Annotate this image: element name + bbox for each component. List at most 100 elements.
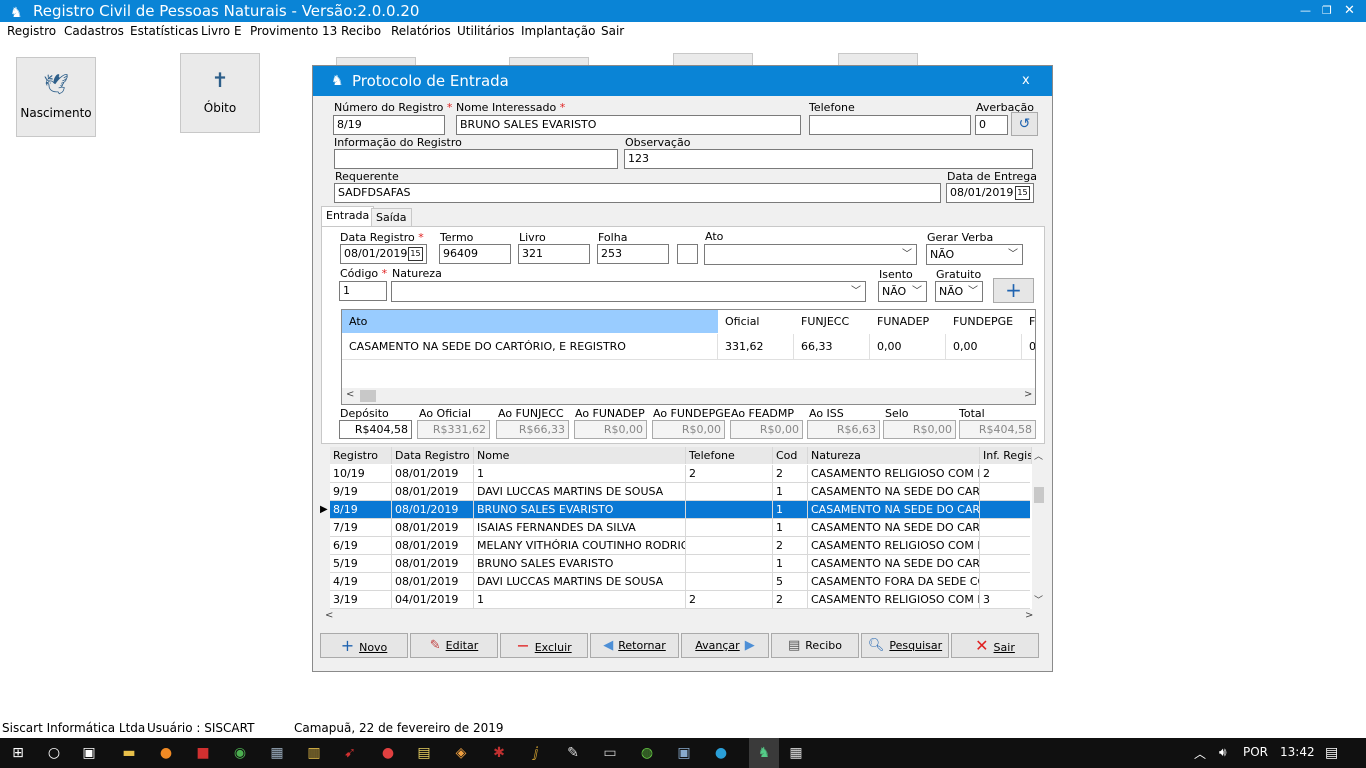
tray-language[interactable]: POR bbox=[1243, 745, 1268, 759]
col-data-registro[interactable]: Data Registro bbox=[392, 447, 474, 464]
isento-select[interactable]: NÃO ﹀ bbox=[878, 281, 927, 302]
task-view-icon[interactable]: ▣ bbox=[80, 744, 98, 762]
menu-cadastros[interactable]: Cadastros bbox=[64, 24, 124, 38]
codigo-field[interactable]: 1 bbox=[339, 281, 387, 301]
folha-suffix-field[interactable] bbox=[677, 244, 698, 264]
calendar-registro-icon[interactable]: 15 bbox=[408, 247, 423, 261]
scroll-thumb[interactable] bbox=[360, 390, 376, 402]
col-fundepge[interactable]: FUNDEPGE bbox=[946, 310, 1022, 333]
natureza-select[interactable]: ﹀ bbox=[391, 281, 866, 302]
gratuito-select[interactable]: NÃO ﹀ bbox=[935, 281, 983, 302]
table-row[interactable]: 7/19 08/01/2019 ISAIAS FERNANDES DA SILV… bbox=[330, 519, 1030, 537]
numero-field[interactable]: 8/19 bbox=[333, 115, 445, 135]
menu-implantacao[interactable]: Implantação bbox=[521, 24, 596, 38]
app-icon-8[interactable]: ✎ bbox=[564, 744, 582, 762]
table-cell[interactable]: 331,62 bbox=[718, 334, 794, 360]
folha-field[interactable]: 253 bbox=[597, 244, 669, 264]
app-icon-9[interactable]: ◍ bbox=[638, 744, 656, 762]
windows-start-icon[interactable]: ⊞ bbox=[9, 744, 27, 762]
history-button[interactable]: ↺ bbox=[1011, 112, 1038, 136]
recibo-button[interactable]: ▤ Recibo bbox=[771, 633, 859, 658]
notifications-icon[interactable]: ▤ bbox=[1325, 745, 1338, 761]
nascimento-tile[interactable]: 🕊 Nascimento bbox=[16, 57, 96, 137]
pesquisar-button[interactable]: 🔍︎ Pesquisar bbox=[861, 633, 949, 658]
col-cod[interactable]: Cod bbox=[773, 447, 808, 464]
requerente-field[interactable]: SADFDSAFAS bbox=[334, 183, 941, 203]
col-telefone[interactable]: Telefone bbox=[686, 447, 773, 464]
col-nome[interactable]: Nome bbox=[474, 447, 686, 464]
col-f[interactable]: F bbox=[1022, 310, 1035, 333]
menu-recibo[interactable]: Recibo bbox=[341, 24, 381, 38]
col-oficial[interactable]: Oficial bbox=[718, 310, 794, 333]
scroll-thumb[interactable] bbox=[1034, 487, 1044, 503]
table-cell[interactable]: CASAMENTO NA SEDE DO CARTÓRIO, E REGISTR… bbox=[342, 334, 718, 360]
col-inf-registro[interactable]: Inf. Regis bbox=[980, 447, 1032, 464]
scroll-down-icon[interactable]: ﹀ bbox=[1034, 593, 1043, 606]
col-natureza[interactable]: Natureza bbox=[808, 447, 980, 464]
obito-tile[interactable]: ✝ Óbito bbox=[180, 53, 260, 133]
scroll-left-icon[interactable]: < bbox=[346, 389, 354, 400]
menu-sair[interactable]: Sair bbox=[601, 24, 624, 38]
nome-field[interactable]: BRUNO SALES EVARISTO bbox=[456, 115, 801, 135]
tab-entrada[interactable]: Entrada bbox=[321, 206, 375, 227]
table-cell[interactable]: 66,33 bbox=[794, 334, 870, 360]
col-funjecc[interactable]: FUNJECC bbox=[794, 310, 870, 333]
notepad-icon[interactable]: ▤ bbox=[415, 744, 433, 762]
list-vscrollbar[interactable]: ︿ ﹀ bbox=[1032, 447, 1046, 609]
table-cell[interactable]: 0, bbox=[1022, 334, 1035, 360]
gerar-verba-select[interactable]: NÃO ﹀ bbox=[926, 244, 1023, 265]
table-row[interactable]: 5/19 08/01/2019 BRUNO SALES EVARISTO 1 C… bbox=[330, 555, 1030, 573]
menu-utilitarios[interactable]: Utilitários bbox=[457, 24, 514, 38]
app-icon-2[interactable]: ▥ bbox=[305, 744, 323, 762]
scroll-right-icon[interactable]: > bbox=[1025, 610, 1033, 621]
menu-registro[interactable]: Registro bbox=[7, 24, 56, 38]
menu-provimento-13[interactable]: Provimento 13 bbox=[250, 24, 337, 38]
scroll-up-icon[interactable]: ︿ bbox=[1034, 449, 1043, 462]
file-explorer-icon[interactable]: ▬ bbox=[120, 744, 138, 762]
registro-civil-taskbar-icon[interactable]: ♞ bbox=[749, 738, 779, 768]
scroll-right-icon[interactable]: > bbox=[1024, 389, 1032, 400]
avancar-button[interactable]: Avançar ▶ bbox=[681, 633, 769, 658]
restore-icon[interactable]: ❐ bbox=[1322, 0, 1332, 22]
editar-button[interactable]: ✎ Editar bbox=[410, 633, 498, 658]
table-row[interactable]: 6/19 08/01/2019 MELANY VITHÓRIA COUTINHO… bbox=[330, 537, 1030, 555]
menu-livro-e[interactable]: Livro E bbox=[201, 24, 242, 38]
add-ato-button[interactable]: + bbox=[993, 278, 1034, 303]
minimize-icon[interactable]: — bbox=[1300, 0, 1311, 22]
col-ato[interactable]: Ato bbox=[342, 310, 718, 333]
scroll-left-icon[interactable]: < bbox=[325, 610, 333, 621]
table-row[interactable]: 10/19 08/01/2019 1 2 2 CASAMENTO RELIGIO… bbox=[330, 465, 1030, 483]
novo-button[interactable]: + Novo bbox=[320, 633, 408, 658]
app-icon-11[interactable]: ● bbox=[712, 744, 730, 762]
col-registro[interactable]: Registro bbox=[330, 447, 392, 464]
obs-field[interactable]: 123 bbox=[624, 149, 1033, 169]
dialog-close-button[interactable]: x bbox=[1022, 66, 1030, 96]
termo-field[interactable]: 96409 bbox=[439, 244, 511, 264]
tab-saida[interactable]: Saída bbox=[371, 208, 412, 228]
cmd-icon[interactable]: ▭ bbox=[601, 744, 619, 762]
calendar-icon[interactable]: 15 bbox=[1015, 186, 1030, 200]
app-icon-6[interactable]: ✱ bbox=[490, 744, 508, 762]
firefox-icon[interactable]: ● bbox=[157, 744, 175, 762]
close-icon[interactable]: ✕ bbox=[1344, 0, 1355, 22]
info-field[interactable] bbox=[334, 149, 618, 169]
cortana-icon[interactable]: ○ bbox=[45, 744, 63, 762]
volume-icon[interactable]: 🔊︎ bbox=[1219, 745, 1227, 760]
sair-button[interactable]: ✕ Sair bbox=[951, 633, 1039, 658]
table-row-selected[interactable]: 8/19 08/01/2019 BRUNO SALES EVARISTO 1 C… bbox=[330, 501, 1030, 519]
tray-chevron-icon[interactable]: ︿ bbox=[1194, 745, 1206, 762]
chrome-icon[interactable]: ◉ bbox=[231, 744, 249, 762]
app-icon-3[interactable]: ➹ bbox=[341, 744, 359, 762]
ato-select[interactable]: ﹀ bbox=[704, 244, 917, 265]
table-cell[interactable]: 0,00 bbox=[946, 334, 1022, 360]
menu-estatisticas[interactable]: Estatísticas bbox=[130, 24, 198, 38]
app-icon-10[interactable]: ▣ bbox=[675, 744, 693, 762]
table-cell[interactable]: 0,00 bbox=[870, 334, 946, 360]
tray-clock[interactable]: 13:42 bbox=[1280, 745, 1315, 759]
deposito-field[interactable]: R$404,58 bbox=[339, 420, 412, 439]
ato-grid-scrollbar[interactable]: < > bbox=[342, 388, 1035, 404]
table-row[interactable]: 9/19 08/01/2019 DAVI LUCCAS MARTINS DE S… bbox=[330, 483, 1030, 501]
telefone-field[interactable] bbox=[809, 115, 971, 135]
retornar-button[interactable]: ◀ Retornar bbox=[590, 633, 679, 658]
app-icon-4[interactable]: ● bbox=[379, 744, 397, 762]
